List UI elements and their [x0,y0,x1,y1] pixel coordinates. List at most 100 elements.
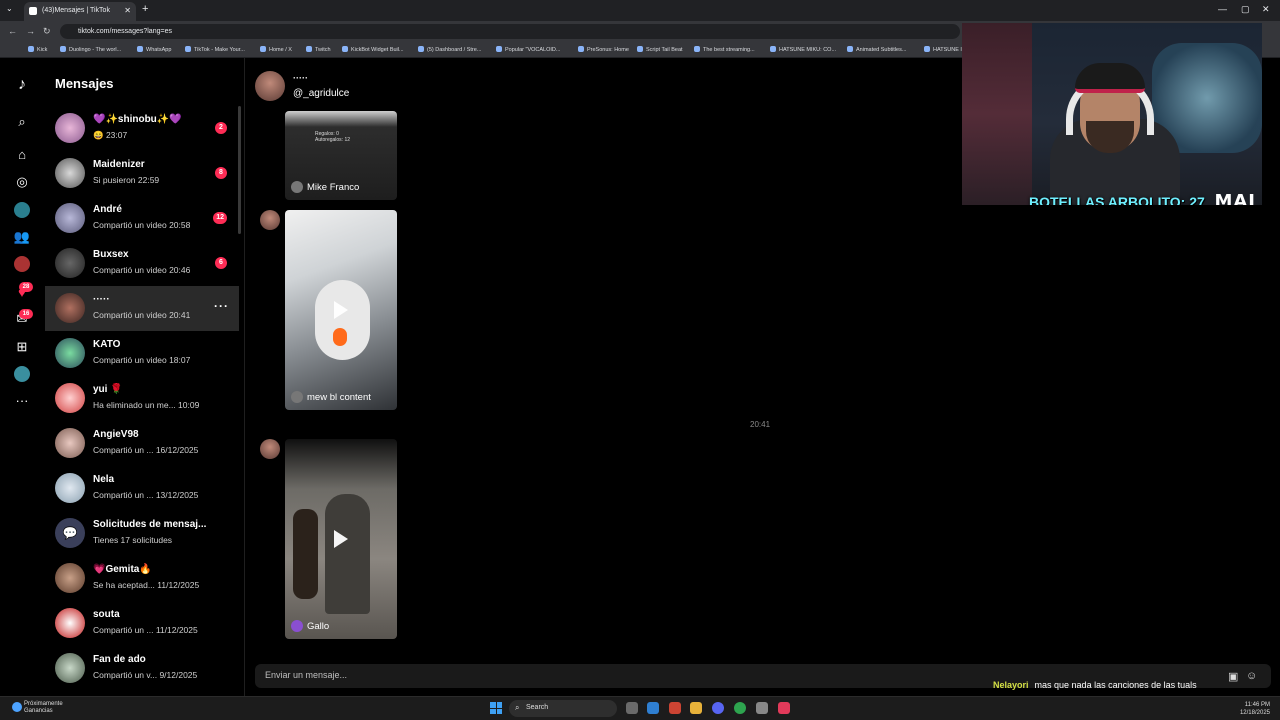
bookmark-item[interactable]: The best streaming... [694,46,755,53]
bookmark-item[interactable]: Kick [28,46,47,53]
conversation-preview: Compartió un ... 13/12/2025 [93,490,199,500]
sender-avatar[interactable] [260,439,280,459]
chrome-icon[interactable] [734,702,746,714]
browser-tab[interactable]: (43)Mensajes | TikTok ✕ [24,2,136,21]
video-thumbnail-subject [315,280,370,360]
play-icon[interactable] [334,301,348,319]
bookmark-item[interactable]: KickBot Widget Buil... [342,46,404,53]
sender-avatar[interactable] [260,210,280,230]
video-thumbnail-beak [333,328,347,346]
search-icon: ⌕ [515,703,520,712]
edge-icon[interactable] [647,702,659,714]
minimize-icon[interactable]: — [1218,4,1227,14]
following-icon[interactable]: 👥 [13,228,31,246]
bookmark-item[interactable]: TikTok - Make Your... [185,46,245,53]
start-icon[interactable] [490,702,502,714]
conversation-item[interactable]: André Compartió un video 20:58 12 [45,196,239,241]
message-input-placeholder: Enviar un mensaje... [265,670,348,680]
conversation-preview: Si pusieron 22:59 [93,175,160,185]
task-view-icon[interactable] [626,702,638,714]
play-icon[interactable] [334,530,348,548]
account-avatar-icon[interactable] [13,365,31,383]
stream-chat-user: Nelayori [993,680,1029,690]
conversation-item[interactable]: Buxsex Compartió un video 20:46 6 [45,241,239,286]
discord-icon[interactable] [712,702,724,714]
conversation-name: 💜✨shinobu✨💜 [93,114,182,125]
chat-header-username[interactable]: @_agridulce [293,88,349,99]
conversation-avatar [55,473,85,503]
conversation-item[interactable]: Nela Compartió un ... 13/12/2025 [45,466,239,511]
maximize-icon[interactable]: ▢ [1241,4,1250,15]
taskbar-clock[interactable]: 11:46 PM 12/18/2025 [1240,701,1270,717]
taskbar-search[interactable]: ⌕ Search [509,700,617,717]
forward-icon[interactable]: → [26,26,35,36]
conversation-preview: Compartió un ... 11/12/2025 [93,625,198,635]
conversation-item[interactable]: ····· Compartió un video 20:41 ··· [45,286,239,331]
bookmark-item[interactable]: HATSUNE MIKU: CO... [770,46,836,53]
bookmark-item[interactable]: PreSonus: Home [578,46,629,53]
conversation-name: Maidenizer [93,159,145,170]
profile-avatar-icon[interactable] [13,255,31,273]
new-tab-icon[interactable]: + [142,3,148,15]
bookmark-item[interactable]: HATSUNE I [924,46,962,53]
conversation-name: KATO [93,339,121,350]
music-app-icon[interactable] [778,702,790,714]
conversation-more-icon[interactable]: ··· [214,299,229,313]
conversation-item[interactable]: Fan de ado Compartió un v... 9/12/2025 [45,646,239,691]
reload-icon[interactable]: ↻ [43,26,51,37]
bookmark-item[interactable]: WhatsApp [137,46,171,53]
bookmark-item[interactable]: Script Tail Beat [637,46,683,53]
conversation-name: Nela [93,474,115,485]
conversation-name: ····· [93,294,110,305]
message-timestamp: 20:41 [750,420,771,429]
upload-icon[interactable]: ⊞ [13,338,31,356]
webcam-shelf [962,23,1032,205]
clock-date: 12/18/2025 [1239,710,1270,716]
live-avatar-icon[interactable] [13,201,31,219]
stream-logo: MAI [1214,191,1256,205]
bookmark-item[interactable]: (5) Dashboard / Stre... [418,46,481,53]
more-icon[interactable]: ··· [13,391,31,409]
home-icon[interactable]: ⌂ [13,145,31,163]
unread-badge: 12 [213,212,227,224]
conversation-item[interactable]: 💗Gemita🔥 Se ha aceptad... 11/12/2025 [45,556,239,601]
bookmark-item[interactable]: Home / X [260,46,292,53]
conversation-item[interactable]: Maidenizer Si pusieron 22:59 8 [45,151,239,196]
bookmark-item[interactable]: Twitch [306,46,331,53]
conversation-item[interactable]: souta Compartió un ... 11/12/2025 [45,601,239,646]
conversation-preview: Ha eliminado un me... 10:09 [93,400,200,410]
tiktok-logo-icon[interactable]: ♪ [13,76,31,94]
bookmark-item[interactable]: Animated Subtitles... [847,46,906,53]
conversation-name: Fan de ado [93,654,146,665]
explore-icon[interactable]: ◎ [13,173,31,191]
video-thumbnail-bass [293,509,318,599]
shared-video-1[interactable]: Regalos: 0 Autoregalos: 12 Mike Franco [285,111,397,200]
conversation-avatar [55,293,85,323]
conversation-item[interactable]: 💜✨shinobu✨💜 😄 23:07 2 [45,106,239,151]
chat-header-name: ····· [293,73,308,83]
emoji-icon[interactable]: ☺ [1246,670,1257,682]
search-icon[interactable]: ⌕ [13,113,31,131]
bookmark-item[interactable]: Popular "VOCALOID... [496,46,560,53]
shared-video-3[interactable]: Gallo [285,439,397,639]
message-requests-item[interactable]: 💬 Solicitudes de mensaj... Tienes 17 solic… [45,511,239,556]
author-avatar-icon [291,391,303,403]
settings-icon[interactable] [756,702,768,714]
conversation-item[interactable]: yui 🌹 Ha eliminado un me... 10:09 [45,376,239,421]
bookmark-item[interactable]: Duolingo - The worl... [60,46,121,53]
video-author-caption: mew bl content [291,391,371,403]
chat-header-avatar[interactable] [255,71,285,101]
close-tab-icon[interactable]: ✕ [124,6,131,15]
shared-video-2[interactable]: mew bl content [285,210,397,410]
conversation-item[interactable]: AngieV98 Compartió un ... 16/12/2025 [45,421,239,466]
tab-search-icon[interactable]: ⌄ [6,4,13,13]
taskbar-search-label: Search [526,704,549,711]
image-upload-icon[interactable]: ▣ [1228,670,1238,683]
back-icon[interactable]: ← [8,26,17,36]
conversation-item[interactable]: KATO Compartió un video 18:07 [45,331,239,376]
url-input[interactable]: tiktok.com/messages?lang=es [60,24,960,39]
app-icon[interactable] [669,702,681,714]
file-explorer-icon[interactable] [690,702,702,714]
close-window-icon[interactable]: ✕ [1262,4,1270,15]
conversation-avatar [55,113,85,143]
